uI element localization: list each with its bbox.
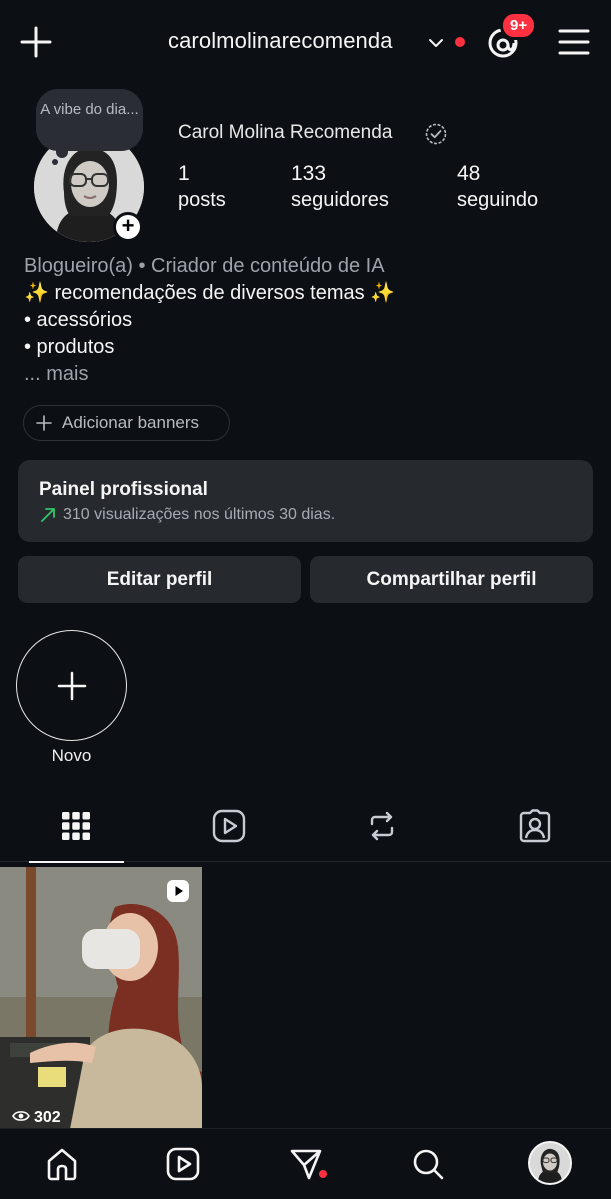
new-highlight-label: Novo [51,746,92,765]
stat-followers-value: 133 [291,162,327,185]
add-banners-button[interactable]: Adicionar banners [23,405,230,441]
top-bar: carolmolinarecomenda 9+ [0,0,611,86]
edit-profile-button[interactable]: Editar perfil [18,556,301,603]
nav-profile-avatar[interactable] [528,1141,572,1185]
new-highlight-button[interactable] [16,630,127,741]
display-name: Carol Molina Recomenda [178,122,393,143]
professional-dashboard-title: Painel profissional [39,479,208,500]
nav-reels[interactable] [163,1143,201,1183]
note-bubble[interactable]: A vibe do dia... [36,89,143,151]
stat-followers-label: seguidores [291,189,389,211]
nav-search[interactable] [408,1143,446,1183]
trend-up-arrow-icon [41,508,55,522]
hamburger-menu-icon[interactable] [556,24,592,60]
share-profile-button[interactable]: Compartilhar perfil [310,556,593,603]
bio-category: Blogueiro(a) • Criador de conteúdo de IA [24,255,385,277]
tagged-icon [519,809,551,843]
tab-tagged[interactable] [459,800,611,862]
bio: Blogueiro(a) • Criador de conteúdo de IA… [24,253,395,388]
post-thumbnail[interactable]: 302 [0,867,202,1129]
reel-indicator-icon [167,880,189,902]
bottom-nav [0,1128,611,1199]
nav-home[interactable] [42,1143,80,1183]
direct-unread-dot [319,1170,327,1178]
chevron-down-icon[interactable] [426,33,446,53]
reels-icon [212,809,246,843]
note-bubble-tail [56,146,68,158]
stat-posts-label: posts [178,189,226,211]
nav-direct[interactable] [286,1143,324,1183]
reposts-icon [370,811,394,841]
stat-following-value: 48 [457,162,481,185]
bio-line: ✨ recomendações de diversos temas ✨ [24,282,396,304]
home-icon [47,1148,77,1181]
note-bubble-tail [52,159,58,165]
bio-more-link[interactable]: ... mais [24,361,395,388]
post-view-count: 302 [12,1109,61,1127]
stat-following[interactable]: 48 seguindo [457,161,538,213]
bio-line: • produtos [24,336,115,358]
direct-icon [290,1149,322,1180]
username-title[interactable]: carolmolinarecomenda [168,28,393,54]
add-banners-label: Adicionar banners [62,413,200,432]
add-story-icon[interactable]: + [113,212,143,242]
verified-check-icon [425,123,447,145]
eye-icon [12,1111,30,1121]
tab-grid[interactable] [0,800,152,863]
stat-following-label: seguindo [457,189,539,211]
tab-reposts[interactable] [306,800,458,862]
post-view-count-value: 302 [34,1109,61,1126]
post-image [0,867,202,1129]
professional-dashboard-subtitle: 310 visualizações nos últimos 30 dias. [63,506,336,523]
stat-posts-value: 1 [178,162,190,185]
grid-icon [62,812,90,840]
plus-icon [36,415,52,431]
plus-icon [57,671,87,701]
profile-tabs [0,800,611,863]
bio-line: • acessórios [24,309,133,331]
stat-followers[interactable]: 133 seguidores [291,161,389,213]
stat-posts[interactable]: 1 posts [178,161,226,213]
search-icon [413,1149,444,1180]
reels-icon [166,1147,200,1181]
tab-reels[interactable] [153,800,305,862]
notification-badge[interactable]: 9+ [500,11,538,40]
plus-icon[interactable] [18,24,54,60]
account-alert-dot [455,37,465,47]
professional-dashboard-card[interactable]: Painel profissional 310 visualizações no… [18,460,593,542]
